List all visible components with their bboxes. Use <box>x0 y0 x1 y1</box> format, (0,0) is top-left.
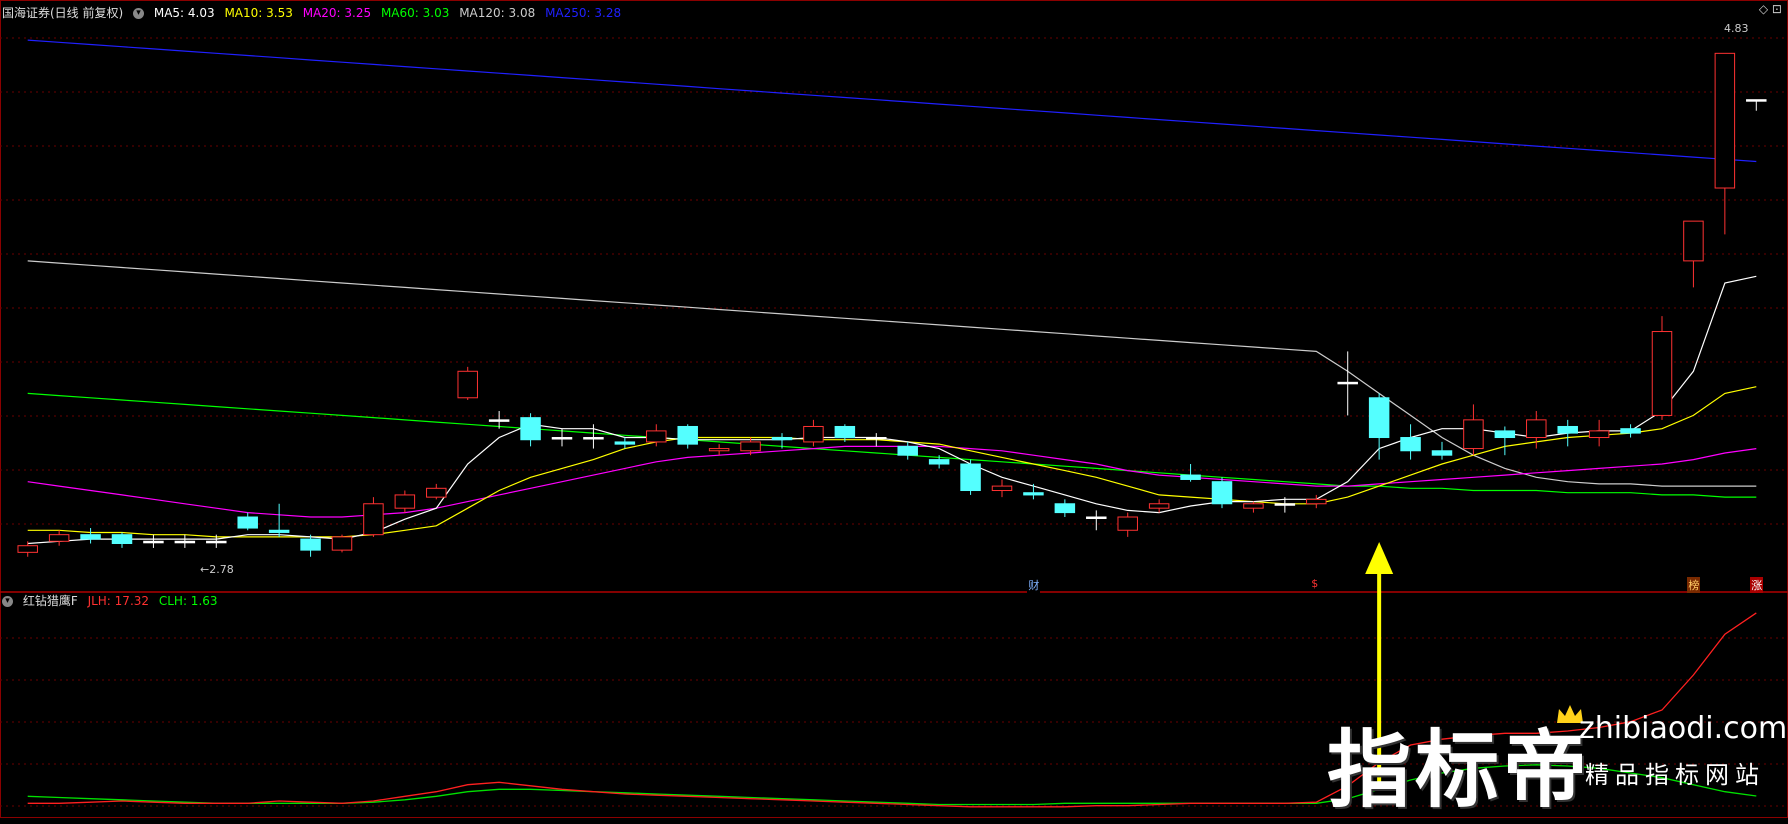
candle-body <box>1368 397 1390 439</box>
candle-body <box>583 437 604 440</box>
candle-body <box>1588 430 1610 439</box>
candle-body <box>143 540 164 544</box>
candle-body <box>928 459 950 465</box>
candle-body <box>803 425 824 443</box>
candle-body <box>80 534 101 540</box>
frame-border <box>0 0 1788 818</box>
watermark-title: 指标帝 <box>1327 721 1592 819</box>
candlesticks <box>17 52 1767 557</box>
arrow-head <box>1365 542 1394 574</box>
candle-body <box>1683 220 1704 262</box>
moving-average-lines <box>27 39 1757 545</box>
ma5-label: MA5: 4.03 <box>153 6 215 20</box>
candle-body <box>1274 503 1296 506</box>
price-low-label: ←2.78 <box>200 563 234 576</box>
indicator-title: 红钻猎鹰F <box>22 594 78 608</box>
main-panel-header: 国海证券(日线 前复权) ▾ MA5: 4.03 MA10: 3.53 MA20… <box>2 4 627 21</box>
candle-body <box>614 441 636 445</box>
candle-body <box>1526 419 1547 439</box>
candle-body <box>363 503 384 536</box>
candle-body <box>1148 503 1170 509</box>
jlh-label: JLH: 17.32 <box>87 594 150 608</box>
stock-title: 国海证券(日线 前复权) <box>2 6 124 20</box>
candle-body <box>677 425 698 445</box>
event-marker-finance[interactable]: 财 <box>1027 577 1041 593</box>
chevron-down-icon[interactable]: ▾ <box>133 8 145 19</box>
candle-body <box>1651 331 1673 416</box>
ma250-label: MA250: 3.28 <box>545 6 622 20</box>
candle-body <box>237 516 258 529</box>
candle-body <box>1431 450 1453 456</box>
candle-body <box>1746 99 1767 102</box>
candle-body <box>991 485 1013 492</box>
chevron-down-icon[interactable]: ▾ <box>2 596 13 607</box>
candle-body <box>1494 430 1516 439</box>
grid-lines <box>0 0 1788 818</box>
ma5-line <box>27 275 1757 545</box>
candle-body <box>1117 516 1138 531</box>
candle-body <box>1620 428 1641 434</box>
candle-body <box>960 463 981 492</box>
candle-body <box>1243 503 1264 509</box>
candle-body <box>1714 52 1736 189</box>
price-low-value: 2.78 <box>209 563 234 576</box>
ma120-line <box>27 260 1757 487</box>
ma10-label: MA10: 3.53 <box>224 6 293 20</box>
candle-body <box>17 545 38 553</box>
candle-body <box>268 529 290 533</box>
candle-body <box>457 370 478 399</box>
candle-body <box>1211 481 1233 505</box>
candle-body <box>1023 492 1044 496</box>
candle-body <box>206 540 227 544</box>
price-high-label: 4.83 <box>1724 22 1749 35</box>
candle-body <box>740 441 761 452</box>
clh-label: CLH: 1.63 <box>158 594 218 608</box>
candle-body <box>1400 437 1421 452</box>
candle-body <box>331 536 353 551</box>
candle-body <box>300 538 321 551</box>
ma120-label: MA120: 3.08 <box>459 6 536 20</box>
ma60-label: MA60: 3.03 <box>380 6 450 20</box>
candle-body <box>646 430 667 443</box>
panel-corner-icons[interactable]: ◇ ⊡ <box>1759 2 1782 16</box>
candle-body <box>1054 503 1076 514</box>
watermark-site: zhibiaodi.com <box>1579 711 1788 746</box>
candle-body <box>174 540 196 544</box>
ma250-line <box>27 39 1757 163</box>
candle-body <box>111 534 133 545</box>
candle-body <box>426 487 447 498</box>
ma20-label: MA20: 3.25 <box>302 6 372 20</box>
event-marker-limit-up[interactable]: 涨 <box>1750 577 1764 593</box>
candle-body <box>771 437 793 441</box>
event-marker-ranking[interactable]: 榜 <box>1687 577 1701 593</box>
indicator-panel-header: ▾ 红钻猎鹰F JLH: 17.32 CLH: 1.63 <box>2 592 224 609</box>
candle-body <box>1180 474 1201 480</box>
candle-body <box>834 425 856 439</box>
candle-body <box>1337 381 1358 385</box>
candle-body <box>520 417 541 441</box>
event-marker-dollar[interactable]: $ <box>1310 577 1320 590</box>
ma20-line <box>27 445 1757 518</box>
candle-body <box>897 445 918 456</box>
watermark-subtitle: 精品指标网站 <box>1585 761 1765 789</box>
ma60-line <box>27 392 1757 498</box>
candle-body <box>1086 516 1107 520</box>
candle-body <box>866 437 887 440</box>
candle-body <box>551 437 573 440</box>
candle-body <box>394 494 416 509</box>
candle-body <box>488 419 510 422</box>
candle-body <box>1306 498 1327 505</box>
ma10-line <box>27 386 1757 538</box>
candle-body <box>1463 419 1484 450</box>
chart-canvas[interactable] <box>0 0 1788 818</box>
candle-body <box>48 534 70 542</box>
candle-body <box>708 448 730 452</box>
candle-body <box>1557 425 1578 434</box>
